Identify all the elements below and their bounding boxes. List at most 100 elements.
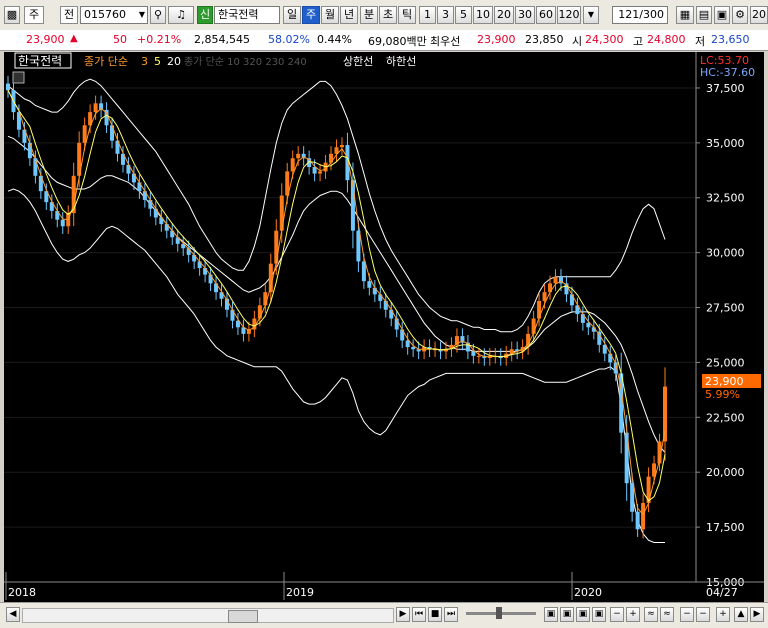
volume: 2,854,545 (194, 33, 250, 46)
low-label: 저 (695, 35, 706, 48)
candle-body (110, 125, 115, 141)
zoom-out-icon[interactable]: − (610, 607, 624, 622)
y-tick-label: 32,500 (706, 192, 745, 205)
legend-lower: 하한선 (386, 54, 416, 68)
zoom-in-icon[interactable]: + (626, 607, 640, 622)
period-year[interactable]: 년 (340, 6, 358, 24)
candle-body (597, 331, 602, 345)
candle-body (203, 268, 208, 275)
stock-name-field[interactable]: 한국전력 (214, 6, 280, 24)
scroll-left-icon[interactable]: ◀ (6, 607, 20, 622)
stock-name: 한국전력 (218, 8, 259, 21)
current-price-pct: 5.99% (705, 388, 740, 401)
expand-icon[interactable]: ▲ (734, 607, 748, 622)
view-mode-icon[interactable]: ▣ (592, 607, 606, 622)
best-label: 최우선 (430, 35, 461, 48)
y-tick-label: 27,500 (706, 302, 745, 315)
x-tick-label: 2019 (286, 586, 314, 599)
stock-code-input[interactable]: 015760 ▼ (80, 6, 148, 24)
interval-120[interactable]: 120 (557, 6, 581, 24)
candle-body (411, 347, 416, 350)
legend-ma5: 5 (154, 55, 161, 68)
candle-body (6, 83, 10, 91)
period-day[interactable]: 일 (283, 6, 301, 24)
current-price: 23,900 (26, 33, 65, 46)
last-page-icon[interactable]: ⏭ (444, 607, 458, 622)
change-value: 50 (113, 33, 127, 46)
trade-amount: 69,080백만 (368, 35, 427, 48)
candle-body (531, 318, 536, 334)
new-badge: 신 (197, 6, 213, 24)
grid-icon[interactable]: ▦ (676, 6, 694, 24)
interval-10[interactable]: 10 (473, 6, 493, 24)
hc-label: HC:-37.60 (700, 66, 755, 79)
market-label: 주 (28, 8, 40, 21)
candle-body (635, 511, 640, 530)
candle-body (296, 153, 301, 159)
chevron-down-icon[interactable]: ▼ (139, 7, 145, 23)
candle-body (274, 230, 279, 264)
candle-body (27, 142, 32, 159)
candle-body (542, 292, 547, 301)
candle-body (33, 158, 38, 176)
line-chart-icon[interactable]: ≈ (644, 607, 658, 622)
period-month[interactable]: 월 (321, 6, 339, 24)
grid-toggle-icon[interactable] (12, 71, 25, 84)
chart-canvas[interactable]: 한국전력 종가 단순 3 5 20 종가 단순 10 320 230 240 상… (4, 52, 764, 602)
candle-body (279, 195, 284, 231)
view-count-input[interactable]: 121/300 (612, 6, 668, 24)
x-tick-label: 04/27 (706, 586, 738, 599)
legend-ma3: 3 (141, 55, 148, 68)
candle-body (389, 309, 394, 319)
legend-ma-label: 종가 단순 (84, 55, 128, 68)
view-mode-icon[interactable]: ▣ (544, 607, 558, 622)
candle-body (60, 219, 65, 227)
legend-ma-long: 종가 단순 10 320 230 240 (184, 56, 307, 68)
candle-body (608, 353, 613, 363)
interval-5[interactable]: 5 (455, 6, 472, 24)
candle-body (137, 182, 142, 192)
market-select[interactable]: 주 (24, 6, 44, 24)
interval-1[interactable]: 1 (419, 6, 436, 24)
scroll-end-icon[interactable]: ▶ (750, 607, 764, 622)
scale-icon[interactable]: ▤ (696, 6, 712, 24)
x-tick-label: 2018 (8, 586, 36, 599)
stop-icon[interactable]: ■ (428, 607, 442, 622)
candle-body (339, 145, 344, 148)
period-minute[interactable]: 분 (360, 6, 378, 24)
zoom-slider[interactable] (466, 607, 536, 619)
interval-60[interactable]: 60 (536, 6, 556, 24)
right-counter[interactable]: 20 (750, 6, 768, 24)
first-page-icon[interactable]: ⏮ (412, 607, 426, 622)
plus-icon[interactable]: + (716, 607, 730, 622)
view-total: /300 (639, 8, 664, 21)
line-chart-icon[interactable]: ≈ (660, 607, 674, 622)
chevron-down-icon[interactable]: ▼ (583, 6, 599, 24)
scroll-right-icon[interactable]: ▶ (396, 607, 410, 622)
view-mode-icon[interactable]: ▣ (576, 607, 590, 622)
price-chart[interactable]: 한국전력 종가 단순 3 5 20 종가 단순 10 320 230 240 상… (4, 52, 764, 602)
collapse-icon[interactable]: − (680, 607, 694, 622)
scroll-track[interactable] (22, 608, 394, 623)
scroll-thumb[interactable] (228, 610, 258, 623)
period-tick[interactable]: 틱 (398, 6, 416, 24)
gear-icon[interactable]: ⚙ (732, 6, 748, 24)
interval-20[interactable]: 20 (494, 6, 514, 24)
period-week[interactable]: 주 (302, 6, 320, 24)
chart-icon[interactable]: ▩ (4, 6, 20, 24)
zoom-slider-handle[interactable] (496, 607, 502, 619)
type-select[interactable]: 전 (60, 6, 78, 24)
save-icon[interactable]: ▣ (714, 6, 730, 24)
period-second[interactable]: 초 (379, 6, 397, 24)
view-mode-icon[interactable]: ▣ (560, 607, 574, 622)
candle-body (367, 281, 372, 288)
interval-3[interactable]: 3 (437, 6, 454, 24)
search-icon[interactable]: ⚲ (150, 6, 166, 24)
candle-body (553, 276, 558, 284)
speaker-icon[interactable]: ♫ (168, 6, 194, 24)
minus-icon[interactable]: − (696, 607, 710, 622)
high-label: 고 (633, 35, 644, 48)
open-label: 시 (572, 35, 583, 48)
interval-30[interactable]: 30 (515, 6, 535, 24)
candle-body (263, 292, 268, 306)
